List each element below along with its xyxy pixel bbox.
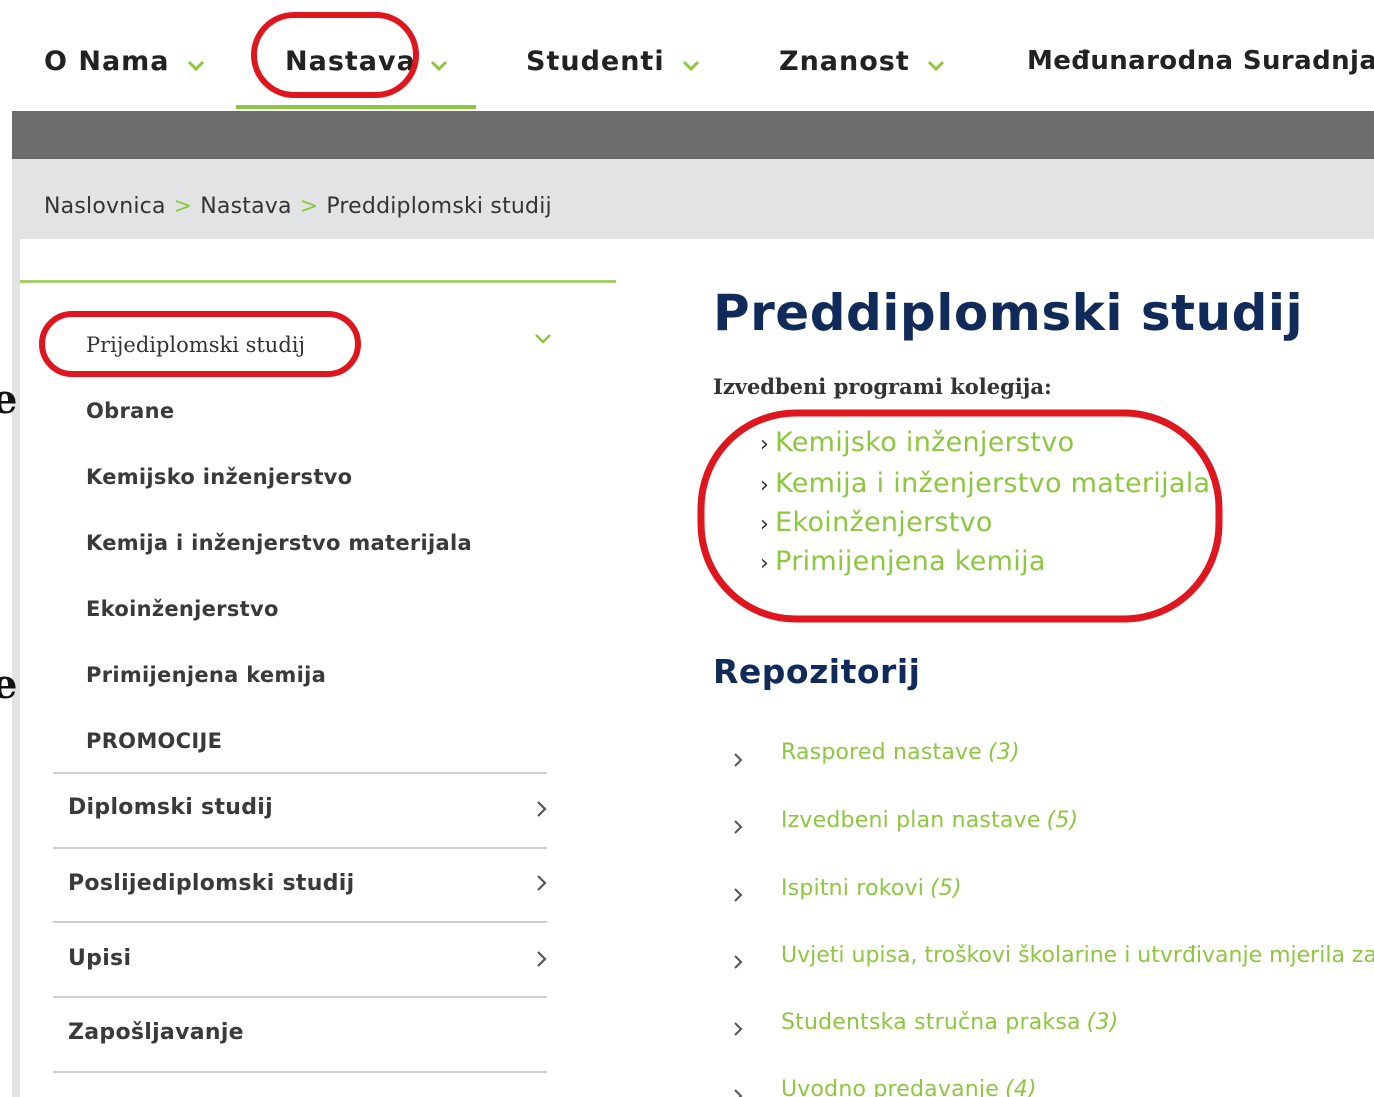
sidebar-item-obrane[interactable]: Obrane [86,399,174,423]
top-navigation: O Nama Nastava Studenti Znanost Međunaro… [0,0,1374,110]
nav-item-studenti[interactable]: Studenti [526,46,665,77]
repository-item[interactable]: Uvodno predavanje (4) [781,1077,1037,1097]
chevron-down-icon[interactable] [680,54,702,76]
chevron-right-icon [730,1086,746,1097]
chevron-right-icon [730,885,746,905]
page-title: Preddiplomski studij [713,284,1304,342]
repository-item[interactable]: Ispitni rokovi (5) [781,876,962,901]
breadcrumb-item-naslovnica[interactable]: Naslovnica [44,194,166,219]
clipped-text-fragment: e [0,376,18,423]
repository-item-label: Ispitni rokovi [781,876,925,901]
program-link-label: Primijenjena kemija [775,546,1046,577]
sidebar-item-upisi[interactable]: Upisi [68,946,131,971]
program-link[interactable]: › Kemija i inženjerstvo materijala [760,468,1210,499]
repository-item-count: (5) [930,876,962,901]
grey-banner-bar [12,111,1374,159]
sidebar-item-diplomski-studij[interactable]: Diplomski studij [68,795,273,820]
chevron-right-icon [730,1019,746,1039]
repository-item-count: (5) [1046,808,1079,833]
programs-intro-text: Izvedbeni programi kolegija: [713,374,1052,399]
clipped-text-fragment: e [0,661,18,708]
program-link-label: Kemija i inženjerstvo materijala [775,468,1211,499]
breadcrumb-separator: > [299,194,319,219]
breadcrumb-current: Preddiplomski studij [326,194,552,219]
repository-item-label: Raspored nastave [781,740,982,765]
sidebar-item-prijediplomski-studij[interactable]: Prijediplomski studij [86,333,305,357]
repository-heading: Repozitorij [713,652,921,691]
sidebar-item-ekoinzenjerstvo[interactable]: Ekoinženjerstvo [86,597,279,621]
program-link[interactable]: › Kemijsko inženjerstvo [760,427,1074,458]
active-nav-underline [236,105,476,109]
repository-item-label: Uvodno predavanje [781,1077,999,1097]
repository-item-count: (4) [1004,1077,1037,1097]
chevron-right-icon: › [760,473,770,498]
chevron-down-icon[interactable] [532,327,554,349]
repository-item[interactable]: Uvjeti upisa, troškovi školarine i utvrđ… [781,943,1374,968]
sidebar-divider [53,921,547,923]
nav-item-medunarodna-suradnja[interactable]: Međunarodna Suradnja [1027,46,1374,76]
sidebar-item-kemijsko-inzenjerstvo[interactable]: Kemijsko inženjerstvo [86,465,352,489]
chevron-right-icon[interactable] [532,872,550,894]
repository-item[interactable]: Raspored nastave (3) [781,740,1020,765]
repository-list: Raspored nastave (3) Izvedbeni plan nasta… [700,700,1374,1097]
chevron-right-icon: › [760,512,770,537]
repository-item-count: (3) [987,740,1020,765]
chevron-right-icon[interactable] [532,948,550,970]
nav-item-nastava[interactable]: Nastava [285,46,416,77]
program-link-label: Kemijsko inženjerstvo [775,427,1075,458]
program-link[interactable]: › Primijenjena kemija [760,546,1046,577]
sidebar-item-promocije[interactable]: PROMOCIJE [86,729,222,753]
chevron-right-icon: › [760,432,770,457]
program-link-label: Ekoinženjerstvo [775,507,993,538]
sidebar-divider [53,996,547,998]
sidebar-divider [53,847,547,849]
breadcrumb: Naslovnica > Nastava > Preddiplomski studij [44,194,552,219]
sidebar-item-primijenjena-kemija[interactable]: Primijenjena kemija [86,663,326,687]
sidebar-top-line [20,280,616,283]
chevron-right-icon [730,817,746,837]
sidebar-item-zaposljavanje[interactable]: Zapošljavanje [68,1020,244,1045]
repository-item-label: Studentska stručna praksa [781,1010,1081,1035]
sidebar-item-poslijediplomski-studij[interactable]: Poslijediplomski studij [68,871,354,896]
chevron-right-icon [730,750,746,770]
chevron-right-icon [730,952,746,972]
chevron-right-icon: › [760,551,770,576]
chevron-right-icon[interactable] [532,798,550,820]
chevron-down-icon[interactable] [428,54,450,76]
repository-item[interactable]: Izvedbeni plan nastave (5) [781,808,1078,833]
nav-item-o-nama[interactable]: O Nama [44,46,170,77]
repository-item-label: Uvjeti upisa, troškovi školarine i utvrđ… [781,943,1374,968]
repository-item-count: (3) [1086,1010,1119,1035]
sidebar-divider [53,1071,547,1073]
nav-item-znanost[interactable]: Znanost [779,46,910,77]
chevron-down-icon[interactable] [925,54,947,76]
breadcrumb-separator: > [173,194,193,219]
repository-item-label: Izvedbeni plan nastave [781,808,1041,833]
sidebar-item-kemija-i-inzenjerstvo-materijala[interactable]: Kemija i inženjerstvo materijala [86,531,472,555]
program-link[interactable]: › Ekoinženjerstvo [760,507,993,538]
repository-item[interactable]: Studentska stručna praksa (3) [781,1010,1118,1035]
sidebar-divider [53,772,547,774]
breadcrumb-item-nastava[interactable]: Nastava [200,194,291,219]
chevron-down-icon[interactable] [185,54,207,76]
